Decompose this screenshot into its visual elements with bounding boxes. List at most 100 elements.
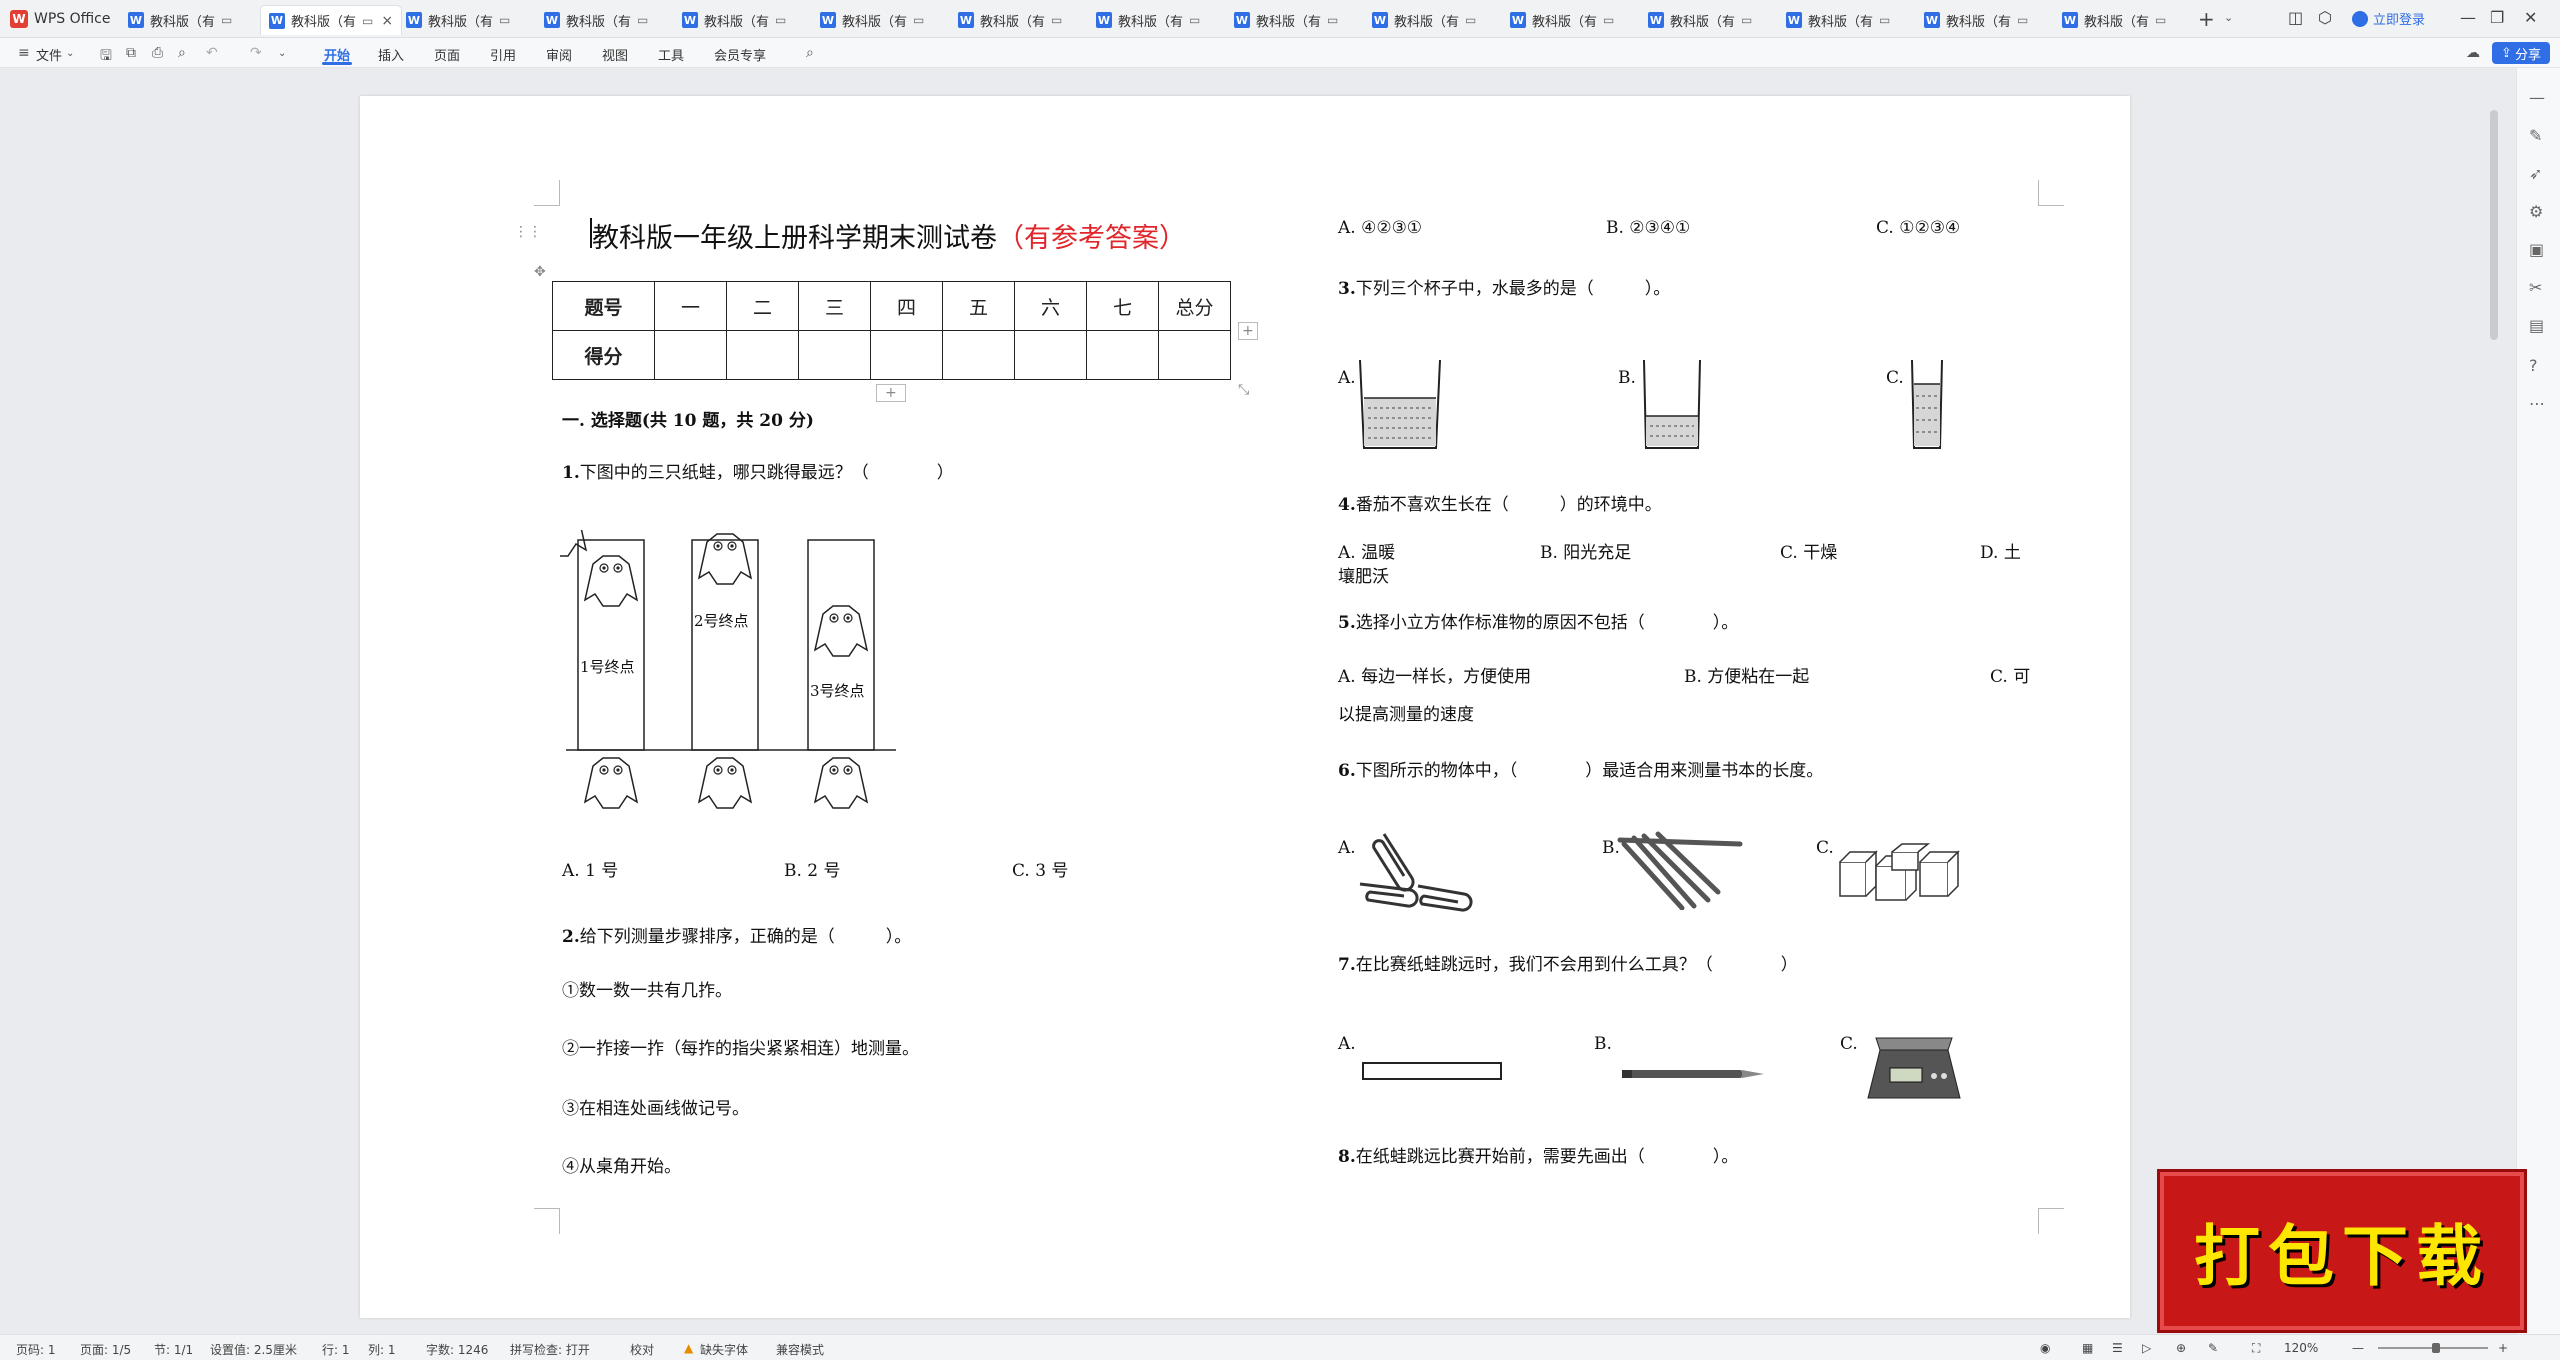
more-icon[interactable]: ⋯ — [2529, 394, 2545, 413]
fit-icon[interactable]: ⛶ — [2252, 1341, 2260, 1356]
doc-tab[interactable]: W 教科版（有 ▭ — [398, 5, 518, 35]
menu-reference[interactable]: 引用 — [490, 45, 516, 64]
book-icon[interactable]: ▤ — [2529, 316, 2544, 335]
table-cell[interactable]: 三 — [798, 281, 871, 331]
menu-review[interactable]: 审阅 — [546, 45, 572, 64]
save-icon[interactable]: 🖫 — [100, 45, 112, 69]
adjust-icon[interactable]: ⚙ — [2529, 202, 2543, 221]
table-resize-icon[interactable]: ⤡ — [1238, 382, 1249, 398]
table-cell[interactable]: 五 — [942, 281, 1015, 331]
menu-insert[interactable]: 插入 — [378, 45, 404, 64]
table-cell[interactable]: 六 — [1014, 281, 1087, 331]
table-cell[interactable]: 总分 — [1158, 281, 1231, 331]
add-row-icon[interactable]: + — [876, 384, 906, 402]
new-tab-icon[interactable]: + — [2198, 7, 2215, 31]
status-word-count[interactable]: 字数: 1246 — [426, 1341, 488, 1358]
table-cell[interactable]: 四 — [870, 281, 943, 331]
edit-pen-icon[interactable]: ✎ — [2529, 126, 2542, 145]
cube-icon[interactable]: ⬡ — [2318, 8, 2332, 27]
pen-icon[interactable]: ✎ — [2208, 1341, 2218, 1355]
undo-icon[interactable]: ↶ — [206, 45, 218, 61]
table-cell[interactable] — [654, 330, 727, 380]
status-setting[interactable]: 设置值: 2.5厘米 — [210, 1341, 297, 1358]
table-cell[interactable]: 得分 — [552, 330, 655, 380]
tools-icon[interactable]: ✂ — [2529, 278, 2542, 297]
doc-tab[interactable]: W 教科版（有 ▭ — [1640, 5, 1760, 35]
menu-view[interactable]: 视图 — [602, 45, 628, 64]
doc-tab-active[interactable]: W 教科版（有 ▭ × — [260, 5, 403, 35]
doc-tab[interactable]: W 教科版（有 ▭ — [674, 5, 794, 35]
zoom-slider-knob[interactable] — [2432, 1343, 2440, 1353]
doc-tab[interactable]: W 教科版（有 ▭ — [1364, 5, 1484, 35]
login-button[interactable]: 立即登录 — [2352, 9, 2425, 28]
status-section[interactable]: 节: 1/1 — [154, 1341, 193, 1358]
table-cell[interactable] — [798, 330, 871, 380]
status-pages[interactable]: 页面: 1/5 — [80, 1341, 131, 1358]
doc-tab[interactable]: W 教科版（有 ▭ — [536, 5, 656, 35]
table-cell[interactable]: 二 — [726, 281, 799, 331]
doc-tab[interactable]: W 教科版（有 ▭ — [1916, 5, 2036, 35]
help-icon[interactable]: ? — [2529, 356, 2538, 375]
table-cell[interactable] — [1014, 330, 1087, 380]
doc-tab[interactable]: W 教科版（有 ▭ — [1088, 5, 1208, 35]
doc-tab[interactable]: W 教科版（有 ▭ — [120, 5, 240, 35]
menu-tools[interactable]: 工具 — [658, 45, 684, 64]
zoom-out-icon[interactable]: — — [2352, 1341, 2364, 1355]
outline-view-icon[interactable]: ☰ — [2112, 1341, 2123, 1355]
wps-home-tab[interactable]: W WPS Office — [10, 6, 111, 32]
print-icon[interactable]: ⎙ — [152, 45, 163, 61]
web-view-icon[interactable]: ⊕ — [2176, 1341, 2186, 1355]
restore-icon[interactable]: ❐ — [2490, 8, 2504, 27]
status-page-number[interactable]: 页码: 1 — [16, 1341, 56, 1358]
close-window-icon[interactable]: ✕ — [2524, 8, 2537, 27]
chevron-down-icon[interactable]: ⌄ — [278, 48, 286, 59]
minimize-icon[interactable]: — — [2460, 8, 2476, 27]
menu-page[interactable]: 页面 — [434, 45, 460, 64]
doc-tab[interactable]: W 教科版（有 ▭ — [1502, 5, 1622, 35]
menu-member[interactable]: 会员专享 — [714, 45, 766, 64]
download-banner[interactable]: 打包下载 — [2160, 1172, 2524, 1330]
cloud-icon[interactable]: ☁ — [2466, 45, 2480, 61]
export-icon[interactable]: ⧉ — [126, 45, 136, 61]
table-cell[interactable] — [726, 330, 799, 380]
image-icon[interactable]: ▣ — [2529, 240, 2544, 259]
layout-icon[interactable]: ◫ — [2288, 8, 2303, 27]
minus-icon[interactable]: — — [2529, 88, 2545, 107]
share-button[interactable]: ⇪ 分享 — [2492, 42, 2550, 64]
status-col[interactable]: 列: 1 — [368, 1341, 396, 1358]
doc-tab[interactable]: W 教科版（有 ▭ — [1226, 5, 1346, 35]
doc-tab[interactable]: W 教科版（有 ▭ — [1778, 5, 1898, 35]
file-menu[interactable]: 文件 — [36, 45, 62, 64]
vertical-scrollbar[interactable] — [2490, 110, 2498, 340]
table-cell[interactable]: 题号 — [552, 281, 655, 331]
status-missing-font[interactable]: 缺失字体 — [700, 1341, 748, 1358]
table-cell[interactable] — [1086, 330, 1159, 380]
status-row[interactable]: 行: 1 — [322, 1341, 350, 1358]
cursor-select-icon[interactable]: ➶ — [2529, 164, 2542, 183]
table-move-icon[interactable]: ✥ — [534, 264, 546, 280]
table-cell[interactable]: 七 — [1086, 281, 1159, 331]
doc-tab[interactable]: W 教科版（有 ▭ — [812, 5, 932, 35]
eye-icon[interactable]: ◉ — [2040, 1341, 2050, 1355]
page-view-icon[interactable]: ▦ — [2082, 1341, 2093, 1355]
chevron-down-icon[interactable]: ⌄ — [2224, 11, 2233, 24]
status-proof[interactable]: 校对 — [630, 1341, 654, 1358]
close-tab-icon[interactable]: × — [381, 13, 393, 29]
drag-handle-icon[interactable]: ⋮⋮ — [514, 224, 542, 240]
play-icon[interactable]: ▷ — [2142, 1341, 2151, 1355]
add-column-icon[interactable]: + — [1238, 322, 1258, 340]
hamburger-icon[interactable]: ≡ — [18, 45, 30, 61]
doc-tab[interactable]: W 教科版（有 ▭ — [950, 5, 1070, 35]
table-cell[interactable] — [1158, 330, 1231, 380]
table-cell[interactable]: 一 — [654, 281, 727, 331]
search-icon[interactable]: ⌕ — [806, 45, 814, 61]
status-spell-check[interactable]: 拼写检查: 打开 — [510, 1341, 590, 1358]
table-cell[interactable] — [942, 330, 1015, 380]
zoom-level[interactable]: 120% — [2284, 1341, 2318, 1355]
doc-tab[interactable]: W 教科版（有 ▭ — [2054, 5, 2174, 35]
chevron-down-icon[interactable]: ⌄ — [66, 48, 74, 59]
zoom-in-icon[interactable]: + — [2498, 1341, 2508, 1355]
redo-icon[interactable]: ↷ — [250, 45, 262, 61]
print-preview-icon[interactable]: ⌕ — [178, 45, 186, 61]
table-cell[interactable] — [870, 330, 943, 380]
